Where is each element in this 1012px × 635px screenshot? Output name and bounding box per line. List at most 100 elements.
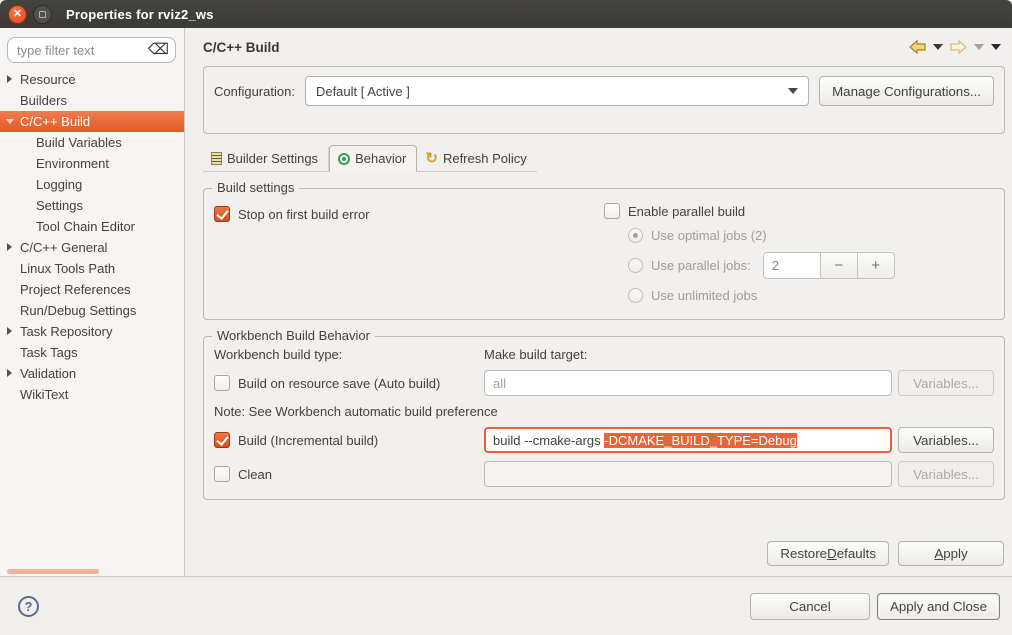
expander-icon[interactable]	[7, 327, 12, 335]
forward-icon	[950, 40, 967, 54]
titlebar: ✕ Properties for rviz2_ws	[0, 0, 1012, 28]
sidebar-item-linux-tools-path[interactable]: Linux Tools Path	[0, 258, 184, 279]
auto-build-target-value: all	[493, 376, 506, 391]
main-panel: C/C++ Build Configuration: Default [ Act…	[185, 28, 1012, 576]
tab-refresh-policy[interactable]: ↻ Refresh Policy	[417, 147, 536, 171]
btn-text: pply	[943, 546, 967, 561]
make-build-target-header: Make build target:	[484, 347, 892, 362]
tab-behavior[interactable]: Behavior	[329, 145, 417, 172]
use-unlimited-jobs-label: Use unlimited jobs	[651, 288, 757, 303]
maximize-square-glyph	[39, 11, 46, 18]
tab-label: Refresh Policy	[443, 151, 527, 166]
sidebar-item-project-references[interactable]: Project References	[0, 279, 184, 300]
stepper-minus-button: −	[821, 252, 858, 279]
restore-defaults-button[interactable]: Restore Defaults	[767, 541, 889, 566]
sidebar-item-wikitext[interactable]: WikiText	[0, 384, 184, 405]
configuration-value: Default [ Active ]	[316, 84, 410, 99]
tree-label: Task Tags	[20, 345, 78, 360]
tree-label: WikiText	[20, 387, 68, 402]
window-title: Properties for rviz2_ws	[66, 7, 214, 22]
workbench-note: Note: See Workbench automatic build pref…	[214, 404, 994, 419]
use-optimal-jobs-radio	[628, 228, 643, 243]
tree-label: C/C++ Build	[20, 114, 90, 129]
tab-builder-settings[interactable]: Builder Settings	[203, 147, 329, 171]
use-parallel-jobs-radio	[628, 258, 643, 273]
clean-checkbox[interactable]	[214, 466, 230, 482]
build-command-text: build --cmake-args	[493, 433, 604, 448]
auto-build-target-field: all	[484, 370, 892, 396]
sidebar-item-run-debug-settings[interactable]: Run/Debug Settings	[0, 300, 184, 321]
apply-button[interactable]: Apply	[898, 541, 1004, 566]
clean-variables-button: Variables...	[898, 461, 994, 487]
expander-icon[interactable]	[7, 369, 12, 377]
sidebar-item-cpp-general[interactable]: C/C++ General	[0, 237, 184, 258]
build-tabs: Builder Settings Behavior ↻ Refresh Poli…	[203, 145, 537, 172]
configuration-label: Configuration:	[214, 84, 295, 99]
stop-on-first-error-label: Stop on first build error	[238, 207, 370, 222]
preferences-sidebar: ⌫ Resource Builders C/C++ Build Build Va…	[0, 28, 185, 576]
refresh-policy-icon: ↻	[425, 152, 438, 165]
horizontal-scrollbar-thumb[interactable]	[7, 569, 99, 574]
sidebar-item-validation[interactable]: Validation	[0, 363, 184, 384]
tree-label: Project References	[20, 282, 131, 297]
build-settings-group: Build settings Stop on first build error…	[203, 188, 1005, 320]
cancel-button[interactable]: Cancel	[750, 593, 870, 620]
expander-icon[interactable]	[7, 243, 12, 251]
page-title: C/C++ Build	[203, 40, 280, 55]
sidebar-item-logging[interactable]: Logging	[0, 174, 184, 195]
sidebar-item-builders[interactable]: Builders	[0, 90, 184, 111]
back-icon[interactable]	[909, 40, 926, 54]
incremental-variables-button[interactable]: Variables...	[898, 427, 994, 453]
parallel-jobs-stepper: 2 − +	[763, 252, 895, 279]
tab-label: Builder Settings	[227, 151, 318, 166]
sidebar-item-build-variables[interactable]: Build Variables	[0, 132, 184, 153]
auto-build-label: Build on resource save (Auto build)	[238, 376, 440, 391]
tree-label: Settings	[36, 198, 83, 213]
dialog-button-bar: ? Cancel Apply and Close	[0, 576, 1012, 635]
configuration-group: Configuration: Default [ Active ] Manage…	[203, 66, 1005, 134]
stepper-plus-button: +	[858, 252, 895, 279]
tree-label: Tool Chain Editor	[36, 219, 135, 234]
tree-label: Task Repository	[20, 324, 112, 339]
incremental-build-target-field[interactable]: build --cmake-args -DCMAKE_BUILD_TYPE=De…	[484, 427, 892, 453]
incremental-build-checkbox[interactable]	[214, 432, 230, 448]
help-icon[interactable]: ?	[18, 596, 39, 617]
tree-label: C/C++ General	[20, 240, 107, 255]
properties-dialog: ✕ Properties for rviz2_ws ⌫ Resource Bui…	[0, 0, 1012, 635]
preferences-tree: Resource Builders C/C++ Build Build Vari…	[0, 69, 184, 405]
enable-parallel-build-checkbox[interactable]	[604, 203, 620, 219]
clear-filter-icon[interactable]: ⌫	[148, 41, 169, 59]
group-title: Workbench Build Behavior	[212, 328, 375, 343]
tree-label: Logging	[36, 177, 82, 192]
manage-configurations-button[interactable]: Manage Configurations...	[819, 76, 994, 106]
tree-label: Build Variables	[36, 135, 122, 150]
workbench-build-behavior-group: Workbench Build Behavior Workbench build…	[203, 336, 1005, 500]
tab-label: Behavior	[355, 151, 406, 166]
btn-text: Restore	[780, 546, 827, 561]
sidebar-item-settings[interactable]: Settings	[0, 195, 184, 216]
chevron-down-icon	[788, 88, 798, 94]
close-icon[interactable]: ✕	[8, 5, 27, 24]
tree-label: Run/Debug Settings	[20, 303, 136, 318]
configuration-select[interactable]: Default [ Active ]	[305, 76, 809, 106]
maximize-icon[interactable]	[33, 5, 52, 24]
tree-label: Environment	[36, 156, 109, 171]
back-dropdown-icon[interactable]	[933, 44, 943, 51]
sidebar-item-resource[interactable]: Resource	[0, 69, 184, 90]
view-menu-icon[interactable]	[991, 44, 1001, 51]
sidebar-item-environment[interactable]: Environment	[0, 153, 184, 174]
expander-icon[interactable]	[7, 75, 12, 83]
sidebar-item-task-tags[interactable]: Task Tags	[0, 342, 184, 363]
apply-and-close-button[interactable]: Apply and Close	[877, 593, 1000, 620]
stop-on-first-error-checkbox[interactable]	[214, 206, 230, 222]
parallel-jobs-value: 2	[763, 252, 821, 279]
tree-label: Builders	[20, 93, 67, 108]
sidebar-item-task-repository[interactable]: Task Repository	[0, 321, 184, 342]
expander-icon[interactable]	[6, 119, 14, 124]
auto-build-checkbox[interactable]	[214, 375, 230, 391]
use-optimal-jobs-label: Use optimal jobs (2)	[651, 228, 767, 243]
forward-dropdown-icon	[974, 44, 984, 51]
auto-build-variables-button: Variables...	[898, 370, 994, 396]
sidebar-item-tool-chain-editor[interactable]: Tool Chain Editor	[0, 216, 184, 237]
sidebar-item-cpp-build[interactable]: C/C++ Build	[0, 111, 184, 132]
